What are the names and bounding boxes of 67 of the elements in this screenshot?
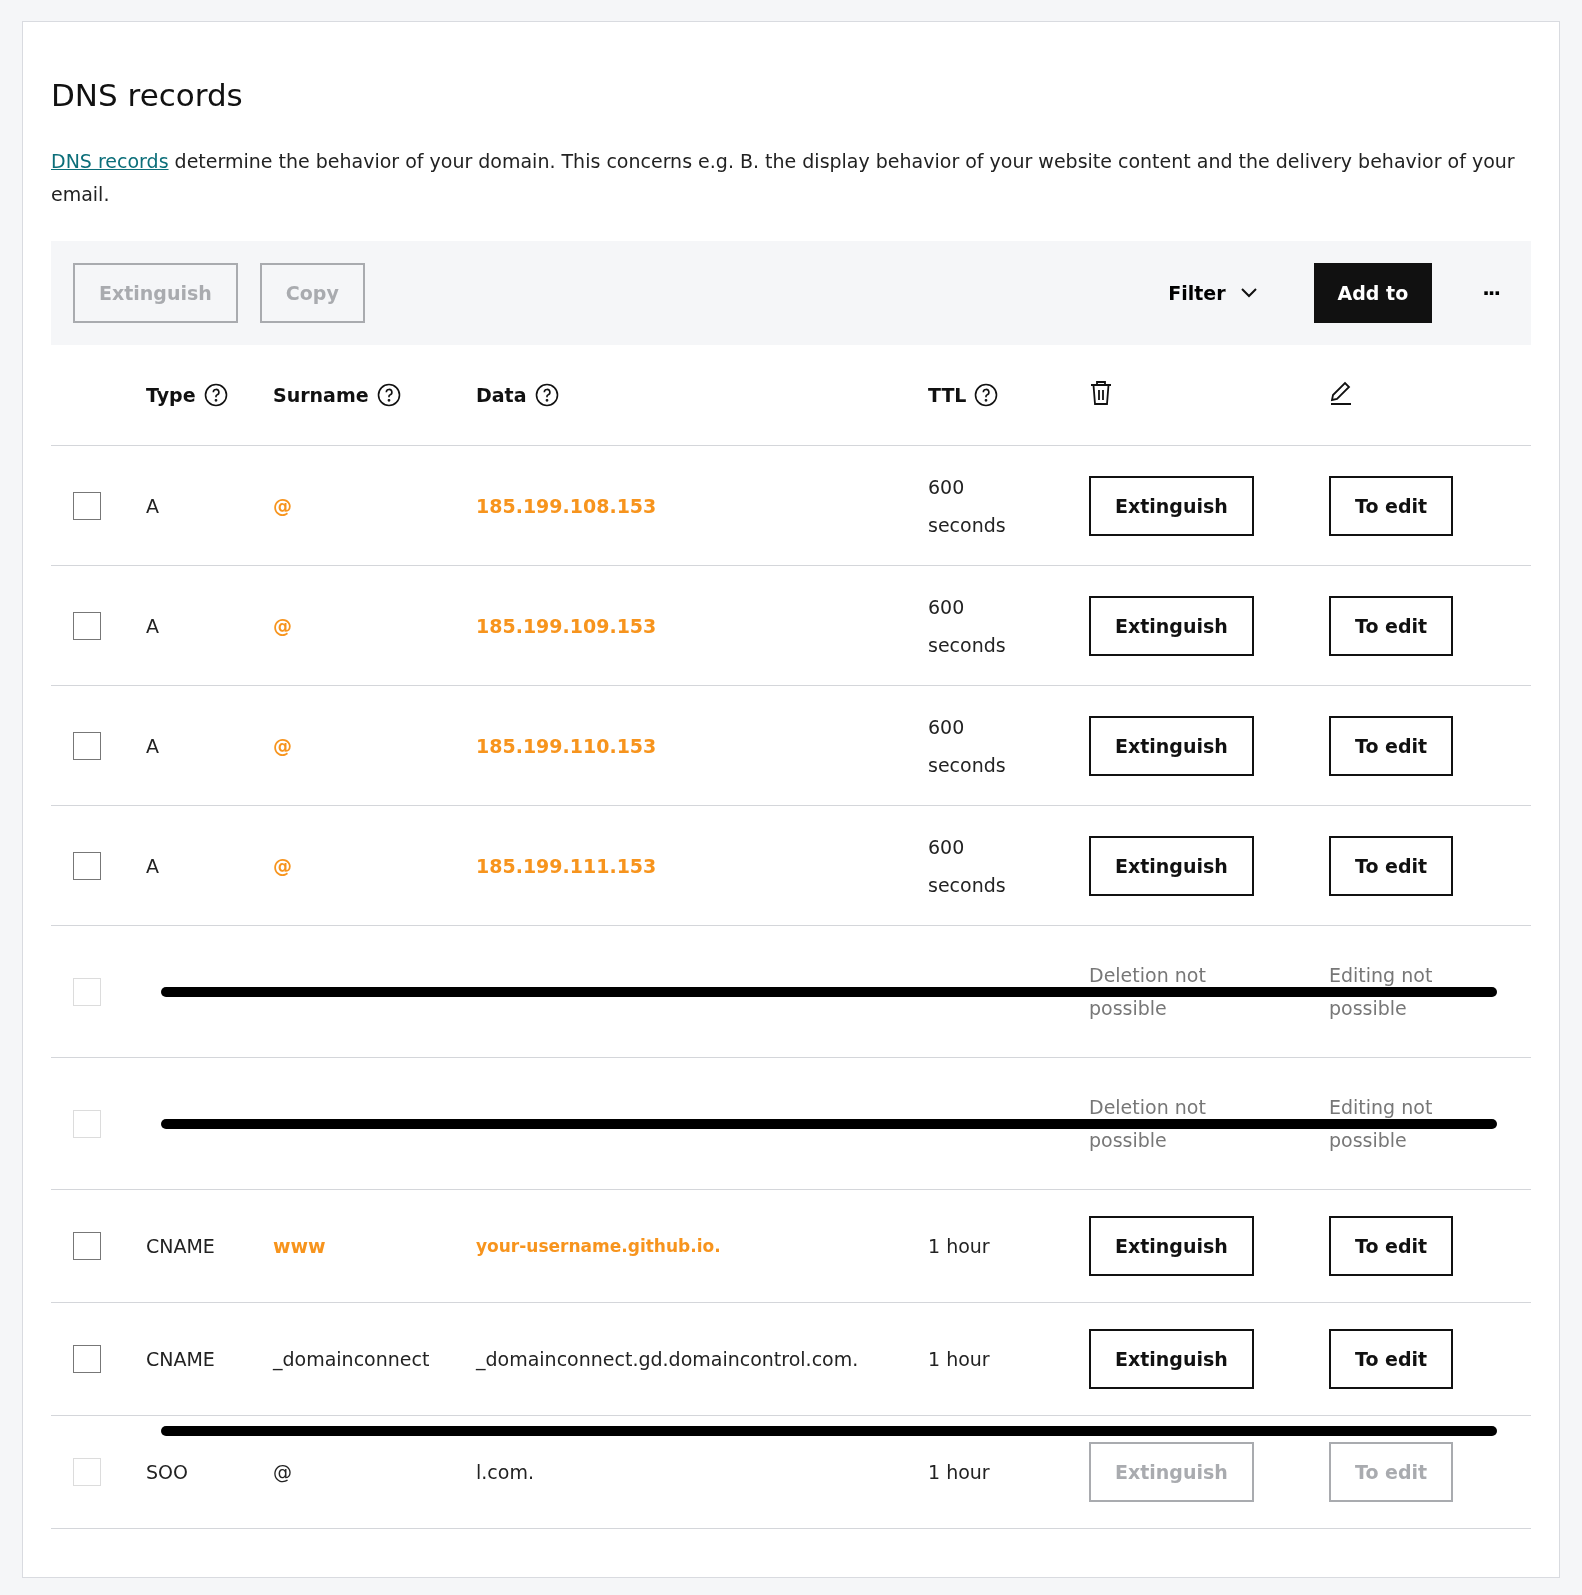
help-icon[interactable] [376, 383, 401, 407]
status-note: Deletion not possible [1089, 1094, 1207, 1153]
delete-button[interactable]: Extinguish [1089, 715, 1254, 776]
help-icon[interactable] [974, 383, 999, 407]
record-type: A [146, 493, 160, 519]
record-name: @ [273, 613, 293, 639]
column-header: Type [146, 384, 196, 406]
dns-records-link[interactable]: DNS records [51, 150, 169, 172]
row-checkbox[interactable] [73, 851, 101, 880]
record-name: @ [273, 493, 293, 519]
record-ttl: 600 seconds [928, 714, 1007, 778]
status-note: Editing not possible [1329, 962, 1434, 1021]
record-type: A [146, 733, 160, 759]
row-checkbox[interactable] [73, 1345, 101, 1373]
record-data: 185.199.110.153 [476, 733, 658, 759]
edit-button[interactable]: To edit [1329, 1329, 1454, 1389]
record-ttl: 1 hour [928, 1234, 991, 1259]
delete-button[interactable]: Extinguish [1089, 1329, 1254, 1389]
edit-button[interactable]: To edit [1329, 595, 1454, 656]
row-checkbox[interactable] [73, 491, 101, 520]
delete-button[interactable]: Extinguish [1089, 595, 1254, 656]
help-icon[interactable] [203, 383, 228, 407]
delete-button[interactable]: Extinguish [1089, 1216, 1254, 1276]
record-ttl: 1 hour [928, 1460, 991, 1485]
record-name: _domainconnect [273, 1347, 431, 1373]
record-ttl: 1 hour [928, 1347, 991, 1372]
filter-button[interactable]: Filter [1162, 281, 1264, 305]
edit-button[interactable]: To edit [1329, 1216, 1454, 1276]
record-data: _domainconnect.gd.domaincontrol.com. [476, 1347, 860, 1373]
record-data: l.com. [476, 1460, 535, 1485]
record-data: 185.199.108.153 [476, 493, 658, 519]
edit-button[interactable]: To edit [1329, 835, 1454, 896]
column-header: TTL [928, 384, 967, 406]
record-ttl: 600 seconds [928, 834, 1007, 898]
row-checkbox[interactable] [73, 1232, 101, 1260]
delete-button[interactable]: Extinguish [1089, 475, 1254, 536]
pencil-icon [1329, 380, 1353, 406]
row-checkbox[interactable] [73, 731, 101, 760]
page-title: DNS records [51, 77, 244, 113]
record-data: your-username.github.io. [476, 1235, 722, 1258]
record-ttl: 600 seconds [928, 594, 1007, 658]
status-note: Editing not possible [1329, 1094, 1434, 1153]
intro-text: DNS records determine the behavior of your domain. This concerns e.g. B. the display behavior of your website content and the delivery behavior of your email. [51, 149, 1516, 207]
record-ttl: 600 seconds [928, 474, 1007, 538]
column-header: Data [476, 384, 527, 406]
column-header: Surname [273, 384, 369, 406]
more-button[interactable]: ··· [1472, 281, 1509, 305]
record-type: A [146, 613, 160, 639]
record-name: @ [273, 853, 293, 879]
help-icon[interactable] [534, 383, 559, 407]
trash-icon [1089, 380, 1113, 406]
record-data: 185.199.109.153 [476, 613, 658, 639]
edit-button[interactable]: To edit [1329, 475, 1454, 536]
record-name: www [273, 1234, 327, 1259]
record-name: @ [273, 733, 293, 759]
record-name: @ [273, 1460, 293, 1485]
record-type: SOO [146, 1460, 189, 1485]
row-checkbox[interactable] [73, 611, 101, 640]
record-type: CNAME [146, 1347, 216, 1372]
record-data: 185.199.111.153 [476, 853, 658, 879]
chevron-down-icon [1239, 287, 1258, 299]
record-type: CNAME [146, 1234, 216, 1259]
delete-button[interactable]: Extinguish [1089, 835, 1254, 896]
record-type: A [146, 853, 160, 879]
status-note: Deletion not possible [1089, 962, 1207, 1021]
add-button[interactable]: Add to [1313, 263, 1433, 323]
edit-button[interactable]: To edit [1329, 715, 1454, 776]
